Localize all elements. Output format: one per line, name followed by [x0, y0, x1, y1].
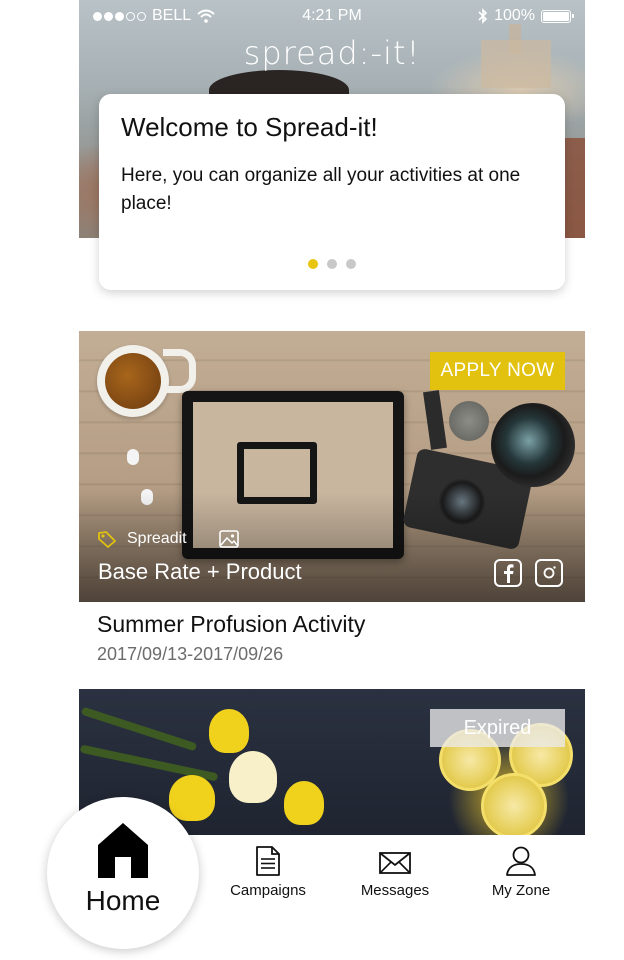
battery-percent: 100%: [494, 7, 535, 24]
brand-name: Spreadit: [127, 530, 187, 547]
daffodil-image: [209, 709, 249, 753]
home-icon: [98, 823, 148, 878]
social-icons: [494, 559, 563, 587]
tab-messages[interactable]: Messages: [340, 845, 450, 899]
apply-now-button[interactable]: APPLY NOW: [430, 352, 565, 390]
daffodil-image: [229, 751, 277, 803]
tab-campaigns-label: Campaigns: [230, 882, 306, 899]
pager-dot-1[interactable]: [308, 259, 318, 269]
brand-row: Spreadit: [97, 530, 239, 548]
bluetooth-icon: [478, 8, 488, 24]
instagram-icon[interactable]: [535, 559, 563, 587]
envelope-icon: [379, 852, 411, 874]
status-bar: BELL 4:21 PM 100%: [79, 0, 585, 32]
tab-messages-label: Messages: [360, 882, 430, 899]
expired-badge: Expired: [430, 709, 565, 747]
coffee-mug-image: [97, 345, 169, 417]
welcome-title: Welcome to Spread-it!: [121, 112, 378, 142]
tab-my-zone-label: My Zone: [491, 882, 551, 899]
pager-dot-3[interactable]: [346, 259, 356, 269]
tab-home-label: Home: [85, 885, 161, 916]
facebook-icon[interactable]: [494, 559, 522, 587]
film-can-image: [449, 401, 489, 441]
mug-handle-image: [163, 349, 196, 393]
tab-my-zone[interactable]: My Zone: [466, 845, 576, 899]
app-logo: spread:-it!: [243, 34, 421, 72]
campaign-title[interactable]: Summer Profusion Activity: [97, 611, 365, 638]
welcome-card[interactable]: Welcome to Spread-it! Here, you can orga…: [99, 94, 565, 290]
campaign-dates: 2017/09/13-2017/09/26: [97, 644, 284, 664]
image-icon: [218, 530, 239, 548]
tab-home[interactable]: Home: [47, 797, 199, 949]
rate-label: Base Rate + Product: [98, 559, 302, 584]
daffodil-image: [169, 775, 215, 821]
pager-dot-2[interactable]: [327, 259, 337, 269]
document-icon: [256, 846, 280, 876]
leaf-image: [80, 706, 198, 752]
tab-campaigns[interactable]: Campaigns: [213, 845, 323, 899]
battery-icon: [541, 9, 574, 23]
user-icon: [506, 846, 536, 876]
earbud-image: [127, 449, 139, 465]
campaign-card-image[interactable]: APPLY NOW Spreadit Base Rate + Product: [79, 331, 585, 602]
status-right: 100%: [478, 7, 574, 25]
daffodil-image: [284, 781, 324, 825]
lens-image: [491, 403, 575, 487]
tag-icon: [97, 530, 117, 548]
carousel-pager: [99, 259, 565, 269]
lemon-slice-image: [481, 773, 547, 835]
welcome-text: Here, you can organize all your activiti…: [121, 165, 521, 214]
